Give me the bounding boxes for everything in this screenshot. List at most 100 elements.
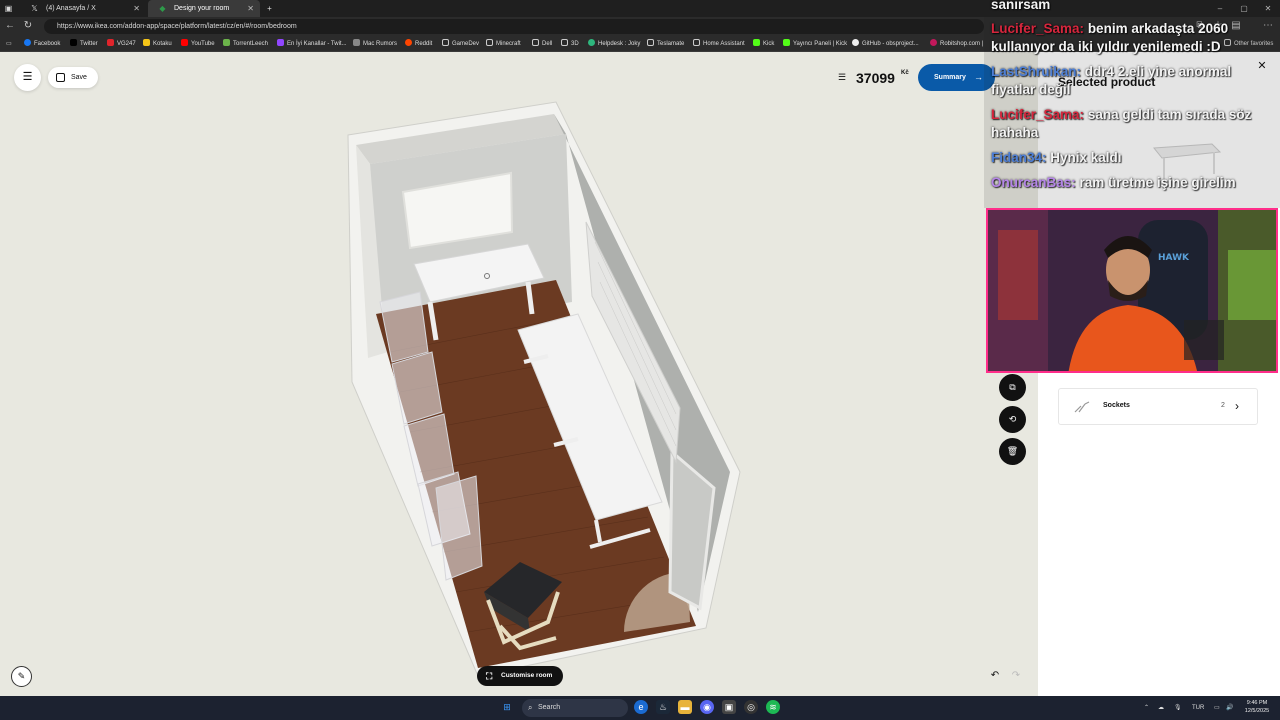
search-icon: ⌕ bbox=[528, 703, 533, 712]
redo-icon: ↷ bbox=[1011, 670, 1021, 681]
chat-message: OnurcanBas: ram üretme işine girelim bbox=[991, 175, 1236, 190]
tab-x-home[interactable]: 𝕏 (4) Anasayfa / X ✕ bbox=[20, 0, 146, 17]
bookmark-vg247[interactable]: VG247 bbox=[107, 36, 136, 52]
obs-icon[interactable]: ◎ bbox=[744, 700, 758, 714]
hamburger-menu-button[interactable]: ☰ bbox=[14, 64, 41, 91]
price-value: 37099 bbox=[856, 70, 895, 86]
back-icon[interactable]: ← bbox=[4, 20, 16, 32]
pencil-icon: ✎ bbox=[17, 671, 26, 681]
chevron-right-icon: › bbox=[1235, 399, 1239, 413]
delete-button[interactable]: 🗑 bbox=[999, 438, 1026, 465]
customise-label: Customise room bbox=[501, 672, 553, 679]
chat-username: Lucifer_Sama: bbox=[991, 21, 1085, 36]
tab-design-your-room[interactable]: ◆ Design your room ✕ bbox=[148, 0, 260, 17]
browser-menu-icon[interactable]: ▣ bbox=[0, 0, 16, 17]
file-explorer-icon[interactable]: ▬ bbox=[678, 700, 692, 714]
room-3d-view[interactable] bbox=[0, 52, 1038, 696]
cloud-icon[interactable]: ☁ bbox=[1158, 696, 1164, 720]
streamer-webcam-image: HAWK bbox=[988, 210, 1276, 371]
url-field[interactable]: https://www.ikea.com/addon-app/space/pla… bbox=[44, 19, 984, 34]
chat-message: Lucifer_Sama: benim arkadaşta 2060 bbox=[991, 21, 1229, 36]
bookmark-gamedev[interactable]: GameDev bbox=[442, 36, 479, 52]
mic-icon[interactable]: 🎙 bbox=[1174, 696, 1182, 720]
duplicate-icon: ⧉ bbox=[1009, 382, 1016, 392]
customise-room-button[interactable]: ⛶ Customise room bbox=[477, 666, 563, 686]
webcam-overlay: HAWK bbox=[986, 208, 1278, 373]
bookmark-facebook[interactable]: Facebook bbox=[24, 36, 60, 52]
close-tab-icon[interactable]: ✕ bbox=[133, 0, 140, 17]
edit-button[interactable]: ✎ bbox=[11, 666, 32, 687]
trash-icon: 🗑 bbox=[1006, 446, 1019, 456]
bookmark-folder-icon[interactable]: ▭ bbox=[6, 36, 12, 52]
bookmark-torrentleech[interactable]: TorrentLeech bbox=[223, 36, 268, 52]
x-logo-icon: 𝕏 bbox=[31, 4, 38, 13]
currency-label: Kč bbox=[901, 70, 909, 76]
windows-taskbar: ⊞ ⌕ Search e ♨ ▬ ◉ ▣ ◎ ≋ ⌃ ☁ 🎙 TUR ▭ 🔊 9… bbox=[0, 696, 1280, 720]
new-tab-button[interactable]: + bbox=[262, 0, 278, 17]
duplicate-button[interactable]: ⧉ bbox=[999, 374, 1026, 401]
bookmark-3d[interactable]: 3D bbox=[561, 36, 579, 52]
rotate-button[interactable]: ⟲ bbox=[999, 406, 1026, 433]
chat-message: Fidan34: Hynix kaldı bbox=[991, 150, 1122, 165]
reload-icon[interactable]: ↻ bbox=[22, 20, 34, 32]
bookmark-twitch[interactable]: En İyi Kanallar - Twit... bbox=[277, 36, 347, 52]
save-icon bbox=[56, 73, 65, 82]
bookmark-github[interactable]: GitHub - obsproject... bbox=[852, 36, 919, 52]
bookmark-twitter[interactable]: Twitter bbox=[70, 36, 98, 52]
chat-message: Lucifer_Sama: sana geldi tam sırada söz bbox=[991, 107, 1252, 122]
chat-username: Lucifer_Sama: bbox=[991, 107, 1085, 122]
chat-message: kullanıyor da iki yıldır yenilemedi :D bbox=[991, 39, 1221, 54]
room-canvas[interactable]: ☰ Save ☰ 37099 Kč Summary → ⧉ ⟲ 🗑 ✎ ⛶ Cu… bbox=[0, 52, 1038, 696]
close-tab-icon[interactable]: ✕ bbox=[247, 0, 254, 17]
bookmark-kick[interactable]: Kick bbox=[753, 36, 774, 52]
rotate-icon: ⟲ bbox=[1008, 414, 1017, 424]
sockets-label: Sockets bbox=[1103, 402, 1130, 409]
chat-username: LastShruikan: bbox=[991, 64, 1082, 79]
socket-icon bbox=[1074, 401, 1090, 413]
list-icon: ☰ bbox=[838, 72, 847, 82]
svg-text:HAWK: HAWK bbox=[1158, 253, 1190, 263]
edge-icon[interactable]: e bbox=[634, 700, 648, 714]
bookmark-macrumors[interactable]: Mac Rumors bbox=[353, 36, 397, 52]
language-indicator[interactable]: TUR bbox=[1192, 696, 1204, 720]
save-label: Save bbox=[71, 74, 87, 81]
taskbar-search[interactable]: ⌕ Search bbox=[522, 699, 628, 717]
bookmark-minecraft[interactable]: Minecraft bbox=[486, 36, 521, 52]
tab-label: Design your room bbox=[174, 5, 230, 12]
clock-time: 9:46 PM bbox=[1246, 700, 1268, 706]
tab-label: (4) Anasayfa / X bbox=[46, 5, 96, 12]
customise-icon: ⛶ bbox=[486, 671, 493, 681]
bookmark-kotaku[interactable]: Kotaku bbox=[143, 36, 172, 52]
chat-message: fiyatlar değil bbox=[991, 82, 1071, 97]
chat-message: LastShruikan: ddr4 2.eli yine anormal bbox=[991, 64, 1232, 79]
bookmark-dell[interactable]: Dell bbox=[532, 36, 552, 52]
bookmark-kick-dashboard[interactable]: Yayıncı Paneli | Kick bbox=[783, 36, 847, 52]
ikea-icon: ◆ bbox=[159, 4, 166, 13]
save-button[interactable]: Save bbox=[48, 67, 98, 88]
undo-button[interactable]: ↶ bbox=[985, 666, 1005, 686]
arrow-right-icon: → bbox=[974, 72, 983, 82]
summary-label: Summary bbox=[934, 74, 966, 81]
menu-icon: ☰ bbox=[22, 71, 33, 83]
tray-chevron-icon[interactable]: ⌃ bbox=[1144, 696, 1149, 720]
bookmark-helpdesk[interactable]: Helpdesk : Joky bbox=[588, 36, 640, 52]
app-icon[interactable]: ▣ bbox=[722, 700, 736, 714]
redo-button[interactable]: ↷ bbox=[1006, 666, 1026, 686]
bookmark-home-assistant[interactable]: Home Assistant bbox=[693, 36, 745, 52]
discord-icon[interactable]: ◉ bbox=[700, 700, 714, 714]
steam-icon[interactable]: ♨ bbox=[656, 700, 670, 714]
system-clock[interactable]: 9:46 PM 12/5/2025 bbox=[1238, 699, 1276, 715]
volume-icon[interactable]: 🔊 bbox=[1226, 696, 1233, 720]
spotify-icon[interactable]: ≋ bbox=[766, 700, 780, 714]
windows-start-icon[interactable]: ⊞ bbox=[500, 700, 514, 714]
sockets-count: 2 bbox=[1221, 402, 1225, 409]
bookmark-robitshop[interactable]: Robitshop.com | bbox=[930, 36, 983, 52]
chat-username: Fidan34: bbox=[991, 150, 1047, 165]
chat-username: OnurcanBas: bbox=[991, 175, 1076, 190]
bookmark-youtube[interactable]: YouTube bbox=[181, 36, 215, 52]
sockets-row[interactable]: Sockets 2 › bbox=[1058, 388, 1258, 425]
network-icon[interactable]: ▭ bbox=[1214, 696, 1220, 720]
bookmark-teslamate[interactable]: Teslamate bbox=[647, 36, 684, 52]
search-placeholder: Search bbox=[538, 704, 561, 711]
bookmark-reddit[interactable]: Reddit bbox=[405, 36, 432, 52]
